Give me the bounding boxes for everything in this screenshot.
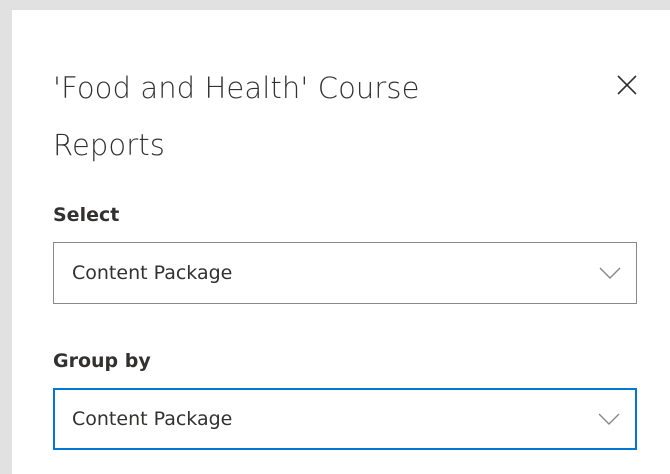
group-by-label: Group by: [53, 350, 151, 372]
group-by-dropdown-value: Content Package: [72, 408, 233, 430]
panel-header: 'Food and Health' Course Reports: [53, 60, 513, 174]
close-icon: [617, 75, 637, 95]
select-dropdown-value: Content Package: [72, 262, 233, 284]
report-panel: 'Food and Health' Course Reports Select …: [12, 10, 670, 474]
chevron-down-icon: [597, 412, 621, 426]
select-label: Select: [53, 204, 120, 226]
group-by-dropdown[interactable]: Content Package: [53, 388, 637, 450]
close-button[interactable]: [610, 68, 644, 102]
panel-title: 'Food and Health' Course Reports: [53, 71, 420, 162]
chevron-down-icon: [598, 266, 622, 280]
select-dropdown[interactable]: Content Package: [53, 242, 637, 304]
